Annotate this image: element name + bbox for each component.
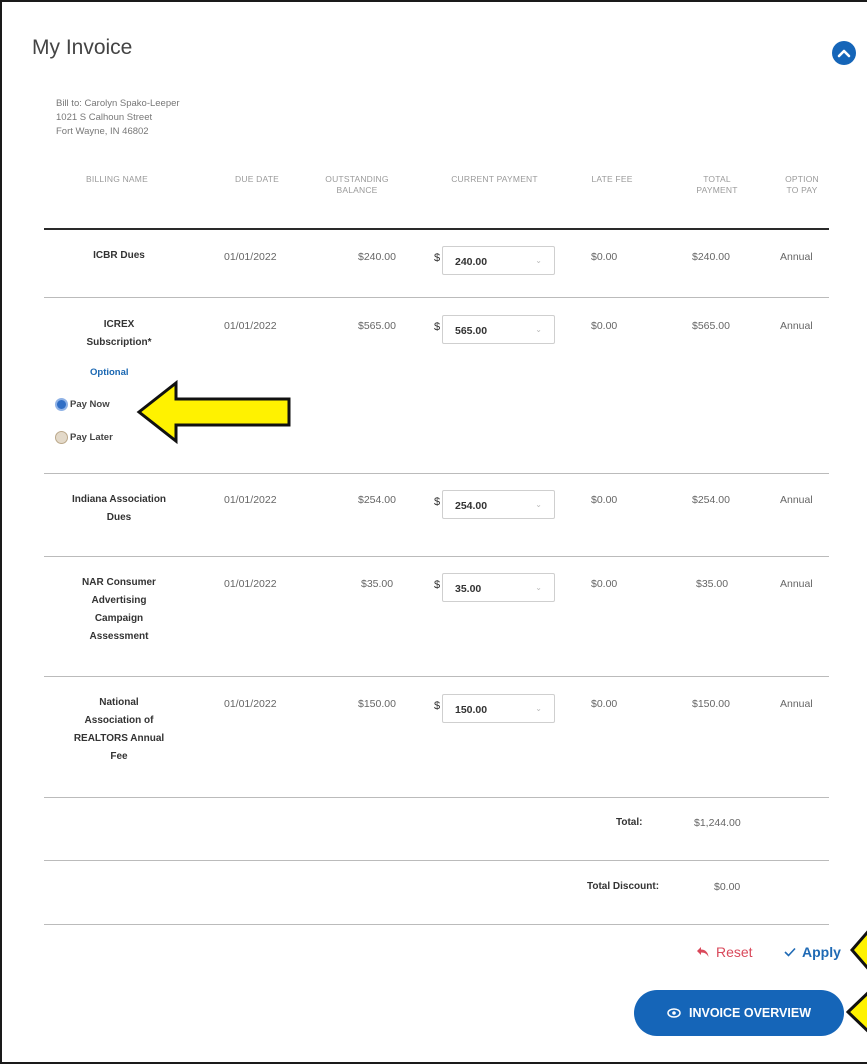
currency-symbol: $ <box>434 252 441 264</box>
row-divider <box>44 860 829 861</box>
current-payment-input[interactable]: 150.00 ⌄ <box>442 694 555 723</box>
pay-later-label: Pay Later <box>70 432 113 443</box>
spinner-icon[interactable]: ⌄ <box>535 325 542 334</box>
row-divider <box>44 556 829 557</box>
row-divider <box>44 924 829 925</box>
header-divider <box>44 228 829 230</box>
invoice-overview-button[interactable]: INVOICE OVERVIEW <box>634 990 844 1036</box>
currency-symbol: $ <box>434 579 441 591</box>
total-payment: $150.00 <box>692 698 730 710</box>
apply-button[interactable]: Apply <box>784 944 841 960</box>
currency-symbol: $ <box>434 321 441 333</box>
billing-name: ICBR Dues <box>93 250 145 261</box>
row-divider <box>44 473 829 474</box>
due-date: 01/01/2022 <box>224 251 277 263</box>
payment-value: 35.00 <box>455 583 482 595</box>
outstanding-balance: $254.00 <box>358 494 396 506</box>
total-label: Total: <box>616 817 643 828</box>
late-fee: $0.00 <box>591 698 618 710</box>
annotation-arrow-icon <box>136 379 291 445</box>
chevron-up-icon <box>837 49 851 58</box>
eye-icon <box>667 1008 681 1018</box>
total-payment: $565.00 <box>692 320 730 332</box>
row-divider <box>44 797 829 798</box>
bill-to-address: Bill to: Carolyn Spako-Leeper 1021 S Cal… <box>56 97 180 139</box>
pay-now-radio[interactable]: Pay Now <box>55 398 110 411</box>
due-date: 01/01/2022 <box>224 578 277 590</box>
due-date: 01/01/2022 <box>224 320 277 332</box>
total-payment: $254.00 <box>692 494 730 506</box>
bill-to-line: Bill to: Carolyn Spako-Leeper <box>56 98 180 109</box>
outstanding-balance: $35.00 <box>361 578 394 590</box>
apply-label: Apply <box>802 944 841 960</box>
spinner-icon[interactable]: ⌄ <box>535 500 542 509</box>
optional-label: Optional <box>90 367 129 378</box>
option-to-pay: Annual <box>780 578 813 590</box>
option-to-pay: Annual <box>780 698 813 710</box>
reset-button[interactable]: Reset <box>696 944 753 960</box>
option-to-pay: Annual <box>780 320 813 332</box>
late-fee: $0.00 <box>591 251 618 263</box>
reset-label: Reset <box>716 944 753 960</box>
spinner-icon[interactable]: ⌄ <box>535 704 542 713</box>
total-payment: $35.00 <box>696 578 729 590</box>
row-divider <box>44 676 829 677</box>
column-header-option-to-pay: OPTION TO PAY <box>785 174 819 195</box>
column-header-late-fee: LATE FEE <box>591 174 633 184</box>
late-fee: $0.00 <box>591 320 618 332</box>
annotation-arrow-icon <box>846 991 867 1033</box>
column-header-outstanding-balance: OUTSTANDING BALANCE <box>325 174 389 195</box>
option-to-pay: Annual <box>780 494 813 506</box>
due-date: 01/01/2022 <box>224 494 277 506</box>
billing-name: Indiana Association Dues <box>71 494 167 523</box>
option-to-pay: Annual <box>780 251 813 263</box>
pay-later-radio[interactable]: Pay Later <box>55 431 113 444</box>
column-header-total-payment: TOTAL PAYMENT <box>696 174 738 195</box>
payment-value: 565.00 <box>455 325 488 337</box>
currency-symbol: $ <box>434 700 441 712</box>
bill-to-line: 1021 S Calhoun Street <box>56 112 153 123</box>
total-payment: $240.00 <box>692 251 730 263</box>
current-payment-input[interactable]: 240.00 ⌄ <box>442 246 555 275</box>
collapse-button[interactable] <box>832 41 856 65</box>
payment-value: 254.00 <box>455 500 488 512</box>
outstanding-balance: $240.00 <box>358 251 396 263</box>
due-date: 01/01/2022 <box>224 698 277 710</box>
radio-unselected-icon[interactable] <box>55 431 68 444</box>
spinner-icon[interactable]: ⌄ <box>535 256 542 265</box>
bill-to-line: Fort Wayne, IN 46802 <box>56 126 149 137</box>
column-header-billing-name: BILLING NAME <box>86 174 148 184</box>
late-fee: $0.00 <box>591 494 618 506</box>
spinner-icon[interactable]: ⌄ <box>535 583 542 592</box>
column-header-current-payment: CURRENT PAYMENT <box>451 174 538 184</box>
total-discount-label: Total Discount: <box>587 881 660 892</box>
checkmark-icon <box>784 947 796 957</box>
payment-value: 150.00 <box>455 704 488 716</box>
current-payment-input[interactable]: 254.00 ⌄ <box>442 490 555 519</box>
total-discount-value: $0.00 <box>714 881 741 893</box>
billing-name: National Association of REALTORS Annual … <box>73 697 165 762</box>
billing-name: ICREX Subscription* <box>86 319 152 348</box>
invoice-overview-label: INVOICE OVERVIEW <box>688 1006 811 1020</box>
annotation-arrow-icon <box>850 930 867 970</box>
outstanding-balance: $565.00 <box>358 320 396 332</box>
late-fee: $0.00 <box>591 578 618 590</box>
row-divider <box>44 297 829 298</box>
currency-symbol: $ <box>434 496 441 508</box>
invoice-panel: My Invoice Bill to: Carolyn Spako-Leeper… <box>0 0 867 1064</box>
billing-name: NAR Consumer Advertising Campaign Assess… <box>82 577 156 642</box>
radio-selected-icon[interactable] <box>55 398 68 411</box>
total-value: $1,244.00 <box>694 817 741 829</box>
payment-value: 240.00 <box>455 256 488 268</box>
current-payment-input[interactable]: 565.00 ⌄ <box>442 315 555 344</box>
column-header-due-date: DUE DATE <box>235 174 279 184</box>
page-title: My Invoice <box>32 36 133 59</box>
undo-icon <box>697 947 709 957</box>
current-payment-input[interactable]: 35.00 ⌄ <box>442 573 555 602</box>
outstanding-balance: $150.00 <box>358 698 396 710</box>
pay-now-label: Pay Now <box>70 399 110 410</box>
